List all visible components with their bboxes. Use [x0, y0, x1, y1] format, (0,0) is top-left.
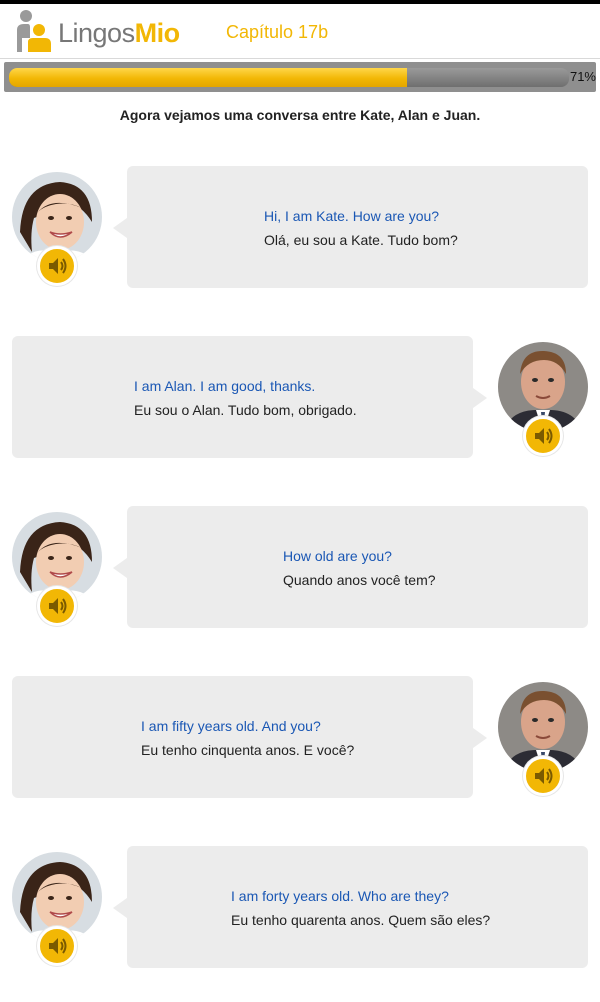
message-portuguese: Eu sou o Alan. Tudo bom, obrigado.: [134, 402, 357, 418]
speaker-icon: [535, 768, 553, 784]
speaker-icon: [49, 938, 67, 954]
speaker-icon: [49, 258, 67, 274]
message-row: How old are you? Quando anos você tem?: [0, 506, 600, 630]
speaker-icon: [535, 428, 553, 444]
message-row: I am fifty years old. And you? Eu tenho …: [0, 676, 600, 800]
message-english: I am Alan. I am good, thanks.: [134, 378, 316, 394]
message-row: I am forty years old. Who are they? Eu t…: [0, 846, 600, 970]
message-bubble: How old are you? Quando anos você tem?: [113, 506, 588, 628]
speaker-icon: [49, 598, 67, 614]
message-row: I am Alan. I am good, thanks. Eu sou o A…: [0, 336, 600, 460]
message-row: Hi, I am Kate. How are you? Olá, eu sou …: [0, 166, 600, 290]
message-portuguese: Olá, eu sou a Kate. Tudo bom?: [264, 232, 458, 248]
chapter-title: Capítulo 17b: [226, 22, 329, 42]
message-english: Hi, I am Kate. How are you?: [264, 208, 440, 224]
message-bubble: Hi, I am Kate. How are you? Olá, eu sou …: [113, 166, 588, 288]
logo-text-mio: Mio: [134, 18, 181, 48]
progress-track: [9, 68, 569, 87]
message-portuguese: Eu tenho quarenta anos. Quem são eles?: [231, 912, 491, 928]
progress-bar: 71%: [4, 62, 596, 92]
progress-percent: 71%: [569, 69, 596, 84]
play-audio-button[interactable]: [37, 926, 77, 966]
message-english: I am fifty years old. And you?: [141, 718, 321, 734]
message-english: I am forty years old. Who are they?: [231, 888, 449, 904]
play-audio-button[interactable]: [37, 586, 77, 626]
play-audio-button[interactable]: [37, 246, 77, 286]
app-logo-text: LingosMio: [58, 18, 180, 49]
message-portuguese: Eu tenho cinquenta anos. E você?: [141, 742, 355, 758]
message-bubble: I am forty years old. Who are they? Eu t…: [113, 846, 588, 968]
play-audio-button[interactable]: [523, 756, 563, 796]
progress-fill: [9, 68, 407, 87]
message-bubble: I am fifty years old. And you? Eu tenho …: [12, 676, 487, 798]
logo-text-lingos: Lingos: [58, 18, 135, 48]
lesson-intro: Agora vejamos uma conversa entre Kate, A…: [119, 107, 481, 123]
person-logo-icon: [17, 10, 51, 52]
play-audio-button[interactable]: [523, 416, 563, 456]
message-english: How old are you?: [283, 548, 392, 564]
message-portuguese: Quando anos você tem?: [283, 572, 436, 588]
app-header: LingosMio Capítulo 17b: [0, 4, 600, 59]
message-bubble: I am Alan. I am good, thanks. Eu sou o A…: [12, 336, 487, 458]
